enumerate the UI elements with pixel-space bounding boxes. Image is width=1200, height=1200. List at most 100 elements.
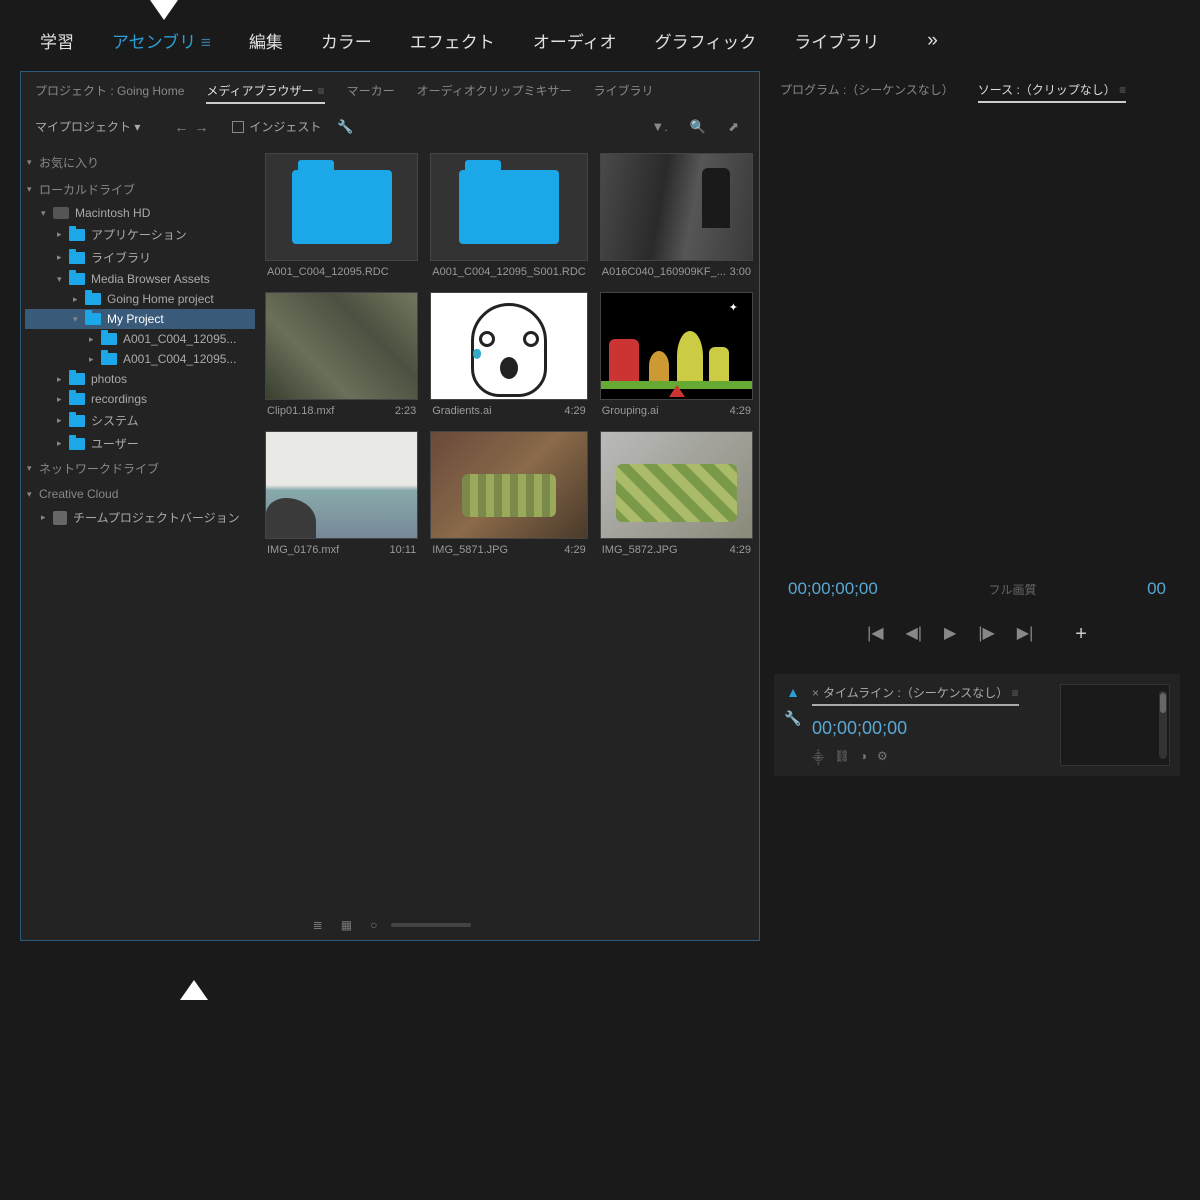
tree-system[interactable]: ▸システム [25, 409, 255, 432]
source-monitor-tab[interactable]: ソース :（クリップなし） ≡ [978, 81, 1126, 103]
panel-tab-libraries[interactable]: ライブラリ [594, 82, 654, 104]
timeline-track-area[interactable] [1060, 684, 1170, 766]
video-thumbnail [265, 292, 418, 400]
timeline-scrollbar[interactable] [1159, 691, 1167, 759]
timeline-timecode[interactable]: 00;00;00;00 [812, 718, 1050, 739]
current-timecode[interactable]: 00;00;00;00 [788, 579, 878, 599]
media-item[interactable]: IMG_5872.JPG4:29 [600, 431, 753, 556]
search-icon[interactable]: 🔍 [690, 119, 706, 135]
media-item[interactable]: IMG_0176.mxf10:11 [265, 431, 418, 556]
step-back-button[interactable]: ◀| [906, 623, 922, 646]
media-item[interactable]: A001_C004_12095_S001.RDC [430, 153, 588, 278]
caret-icon: ▸ [57, 394, 67, 405]
media-item[interactable]: Clip01.18.mxf2:23 [265, 292, 418, 417]
panel-tab-markers[interactable]: マーカー [347, 82, 395, 104]
item-duration: 4:29 [730, 544, 751, 556]
settings-wrench-icon[interactable]: 🔧 [337, 119, 353, 135]
add-button[interactable]: + [1075, 623, 1087, 646]
workspace-tab-learn[interactable]: 学習 [40, 28, 74, 53]
snap-icon[interactable]: ⸎ [812, 749, 825, 766]
marker-icon[interactable]: ◑ [860, 749, 867, 766]
play-button[interactable]: ▶ [944, 623, 956, 646]
caret-icon: ▸ [89, 354, 99, 365]
checkbox-icon [232, 121, 244, 133]
step-forward-button[interactable]: |▶ [978, 623, 994, 646]
tree-recordings[interactable]: ▸recordings [25, 389, 255, 409]
tree-label: photos [91, 372, 127, 386]
icon-view-button[interactable]: ▦ [341, 918, 352, 932]
caret-icon: ▾ [27, 184, 37, 195]
workspace-tab-color[interactable]: カラー [321, 28, 372, 53]
item-name: Grouping.ai [602, 405, 659, 417]
tree-label: ネットワークドライブ [39, 460, 159, 477]
new-item-icon[interactable]: ⬈ [728, 119, 739, 135]
filter-icon[interactable]: ▼. [651, 119, 667, 134]
tree-going-home[interactable]: ▸Going Home project [25, 289, 255, 309]
list-view-button[interactable]: ≣ [313, 918, 323, 932]
settings-icon[interactable]: ⚙ [877, 749, 888, 766]
tree-subfolder-2[interactable]: ▸ A001_C004_12095... [25, 349, 255, 369]
tree-label: Macintosh HD [75, 206, 150, 220]
go-to-in-button[interactable]: |◀ [867, 623, 883, 646]
panel-tab-menu-icon[interactable]: ≡ [318, 84, 325, 98]
tree-subfolder-1[interactable]: ▸A001_C004_12095... [25, 329, 255, 349]
workspace-tab-effects[interactable]: エフェクト [410, 28, 495, 53]
nav-back-button[interactable]: ← [174, 119, 188, 135]
panel-tab-media-browser[interactable]: メディアブラウザー ≡ [206, 82, 324, 104]
tree-creative-cloud[interactable]: ▾Creative Cloud [25, 482, 255, 506]
media-item[interactable]: IMG_5871.JPG4:29 [430, 431, 588, 556]
timeline-toggle-icons: ⸎ ⛓ ◑ ⚙ [812, 749, 1050, 766]
tree-media-assets[interactable]: ▾Media Browser Assets [25, 269, 255, 289]
program-monitor-tab[interactable]: プログラム :（シーケンスなし） [780, 81, 954, 103]
image-thumbnail [430, 292, 588, 400]
tree-library[interactable]: ▸ライブラリ [25, 246, 255, 269]
tree-my-project[interactable]: ▾My Project [25, 309, 255, 329]
folder-icon [69, 438, 85, 450]
workspace-tab-libraries[interactable]: ライブラリ [794, 28, 879, 53]
media-item[interactable]: A001_C004_12095.RDC [265, 153, 418, 278]
scrollbar-thumb[interactable] [1160, 693, 1166, 713]
timeline-panel: ▲ 🔧 ×タイムライン :（シーケンスなし） ≡ 00;00;00;00 ⸎ ⛓… [774, 674, 1180, 776]
tree-team-project[interactable]: ▸チームプロジェクトバージョン [25, 506, 255, 529]
link-icon[interactable]: ⛓ [835, 749, 850, 766]
item-name: Gradients.ai [432, 405, 491, 417]
tree-users[interactable]: ▸ユーザー [25, 432, 255, 455]
tree-favorites[interactable]: ▾お気に入り [25, 149, 255, 176]
thumbnail-grid: A001_C004_12095.RDC A001_C004_12095_S001… [259, 143, 759, 910]
item-duration: 4:29 [730, 405, 751, 417]
zoom-slider[interactable]: ○ [370, 918, 377, 932]
workspace-tab-graphics[interactable]: グラフィック [655, 28, 757, 53]
workspace-tab-audio[interactable]: オーディオ [533, 28, 617, 53]
tree-photos[interactable]: ▸photos [25, 369, 255, 389]
go-to-out-button[interactable]: ▶| [1017, 623, 1033, 646]
tab-label: ソース :（クリップなし） [978, 83, 1116, 97]
tree-label: お気に入り [39, 154, 99, 171]
zoom-track[interactable] [391, 923, 471, 927]
workspace-overflow-button[interactable]: » [927, 30, 938, 52]
panel-tab-project[interactable]: プロジェクト : Going Home [35, 82, 184, 104]
caret-icon: ▸ [41, 512, 51, 523]
panel-tab-label: メディアブラウザー [206, 84, 313, 98]
workspace-tab-assembly[interactable]: アセンブリ ≡ [112, 28, 211, 53]
media-item[interactable]: Gradients.ai4:29 [430, 292, 588, 417]
workspace-tab-edit[interactable]: 編集 [249, 28, 283, 53]
tree-local-drives[interactable]: ▾ローカルドライブ [25, 176, 255, 203]
nav-forward-button[interactable]: → [194, 119, 208, 135]
tree-label: システム [91, 412, 139, 429]
tree-drive[interactable]: ▾Macintosh HD [25, 203, 255, 223]
project-dropdown[interactable]: マイプロジェクト ▾ [35, 118, 140, 135]
selection-tool[interactable]: ▲ [784, 684, 802, 700]
media-item[interactable]: ✦ Grouping.ai4:29 [600, 292, 753, 417]
ingest-checkbox[interactable]: インジェスト [232, 118, 321, 135]
timeline-tab[interactable]: ×タイムライン :（シーケンスなし） ≡ [812, 684, 1019, 706]
monitor-tabs: プログラム :（シーケンスなし） ソース :（クリップなし） ≡ [774, 71, 1180, 113]
tree-network[interactable]: ▾ネットワークドライブ [25, 455, 255, 482]
caret-icon: ▸ [73, 294, 83, 305]
tree-label: A001_C004_12095... [123, 352, 236, 366]
resolution-dropdown[interactable]: フル画質 [988, 581, 1036, 598]
panel-tab-audio-mixer[interactable]: オーディオクリップミキサー [417, 82, 572, 104]
folder-icon [459, 170, 559, 244]
tool-wrench-icon[interactable]: 🔧 [784, 710, 802, 727]
tree-applications[interactable]: ▸アプリケーション [25, 223, 255, 246]
media-item[interactable]: A016C040_160909KF_...3:00 [600, 153, 753, 278]
